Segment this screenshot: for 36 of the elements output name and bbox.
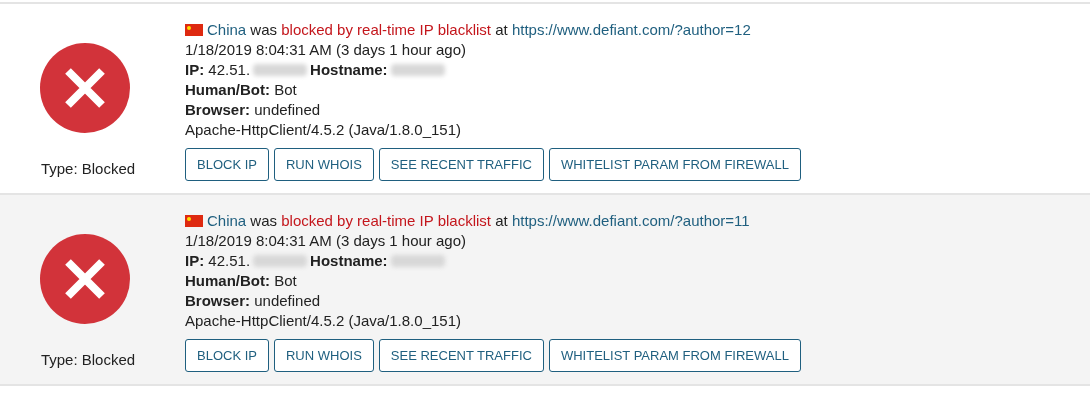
- blocked-icon: [39, 42, 131, 134]
- redacted-text: [253, 64, 308, 76]
- redacted-text: [390, 255, 445, 267]
- detail-text: 1/18/2019 8:04:31 AM (3 days 1 hour ago): [185, 231, 467, 251]
- detail-text: Browser: undefined: [185, 100, 321, 120]
- flag-icon: [185, 24, 203, 36]
- detail-text: Human/Bot: Bot: [185, 271, 297, 291]
- detail-text: IP: 42.51.: [185, 60, 251, 80]
- url-link[interactable]: https://www.defiant.com/?author=12: [511, 21, 751, 38]
- action-button[interactable]: BLOCK IP: [185, 339, 269, 372]
- detail-text: IP: 42.51.: [185, 251, 251, 271]
- action-button[interactable]: RUN WHOIS: [273, 148, 374, 181]
- event-type: Type: Blocked: [39, 160, 136, 177]
- detail-text: Hostname:: [310, 60, 388, 80]
- country-link[interactable]: China: [207, 212, 247, 229]
- event-type: Type: Blocked: [39, 351, 136, 368]
- redacted-text: [253, 255, 308, 267]
- detail-text: Human/Bot: Bot: [185, 80, 297, 100]
- action-button[interactable]: RUN WHOIS: [273, 339, 374, 372]
- event-message: China was blocked by real-time IP blacklist at https://www.defiant.com/?author=11: [207, 211, 750, 231]
- event-message: China was blocked by real-time IP blacklist at https://www.defiant.com/?author=12: [207, 20, 751, 40]
- redacted-text: [390, 64, 445, 76]
- action-button[interactable]: WHITELIST PARAM FROM FIREWALL: [548, 148, 801, 181]
- action-button[interactable]: SEE RECENT TRAFFIC: [378, 148, 544, 181]
- detail-text: Apache-HttpClient/4.5.2 (Java/1.8.0_151): [185, 311, 461, 331]
- detail-text: Apache-HttpClient/4.5.2 (Java/1.8.0_151): [185, 120, 461, 140]
- url-link[interactable]: https://www.defiant.com/?author=11: [511, 212, 750, 229]
- detail-text: 1/18/2019 8:04:31 AM (3 days 1 hour ago): [185, 40, 467, 60]
- action-button[interactable]: WHITELIST PARAM FROM FIREWALL: [548, 339, 801, 372]
- blocked-icon: [39, 233, 131, 325]
- detail-text: Hostname:: [310, 251, 388, 271]
- country-link[interactable]: China: [207, 21, 247, 38]
- flag-icon: [185, 215, 203, 227]
- detail-text: Browser: undefined: [185, 291, 321, 311]
- action-button[interactable]: SEE RECENT TRAFFIC: [378, 339, 544, 372]
- action-button[interactable]: BLOCK IP: [185, 148, 269, 181]
